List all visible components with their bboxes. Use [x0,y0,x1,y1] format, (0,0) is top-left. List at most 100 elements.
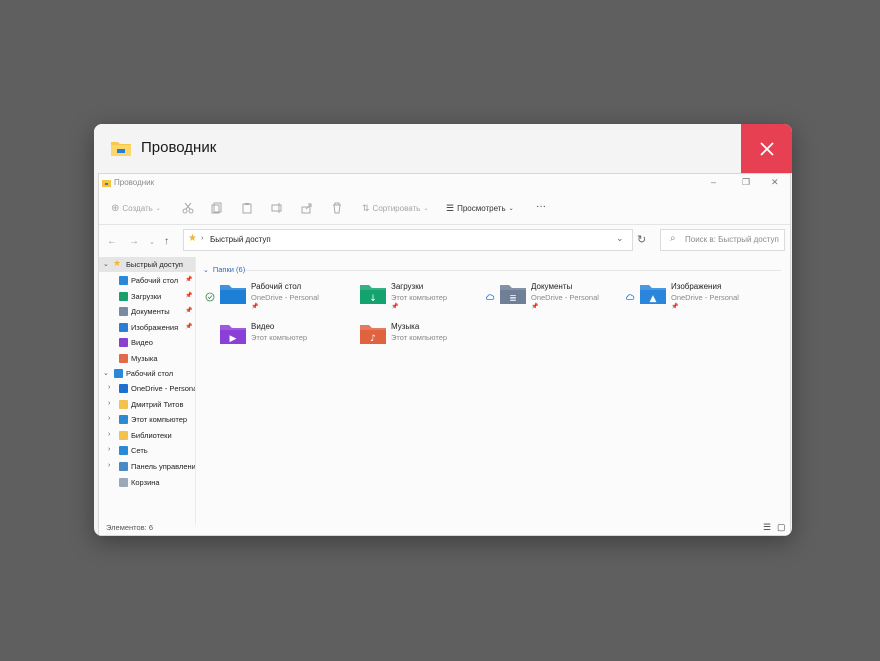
refresh-icon[interactable]: ↻ [637,233,646,246]
cloud-icon [625,289,635,300]
pin-icon: 📌 [185,292,193,299]
chevron-down-icon: ⌄ [203,266,209,274]
chevron-right-icon[interactable]: › [108,462,110,469]
tiles-view-icon[interactable]: ▢ [777,522,786,533]
paste-icon[interactable] [241,202,253,214]
chevron-right-icon[interactable]: › [108,446,110,453]
window-title: Проводник [114,178,155,187]
svg-text:≣: ≣ [509,294,517,304]
search-icon: ⌕ [670,233,676,244]
star-icon: ★ [188,233,197,244]
folder-name: Загрузки [391,282,424,291]
sidebar-item[interactable]: Корзина [99,475,195,490]
delete-icon[interactable] [331,202,343,214]
window-close-button[interactable]: ✕ [771,177,779,188]
folder-tile[interactable]: ▲ Изображения OneDrive - Personal 📌 [617,279,757,317]
pictures-icon [119,322,128,332]
sidebar-item[interactable]: Рабочий стол 📌 [99,273,195,288]
sidebar-item-label: Документы [131,307,170,317]
sidebar-item[interactable]: › OneDrive - Personal [99,381,195,396]
share-icon[interactable] [301,202,313,214]
pin-icon: 📌 [531,304,539,310]
card-title: Проводник [141,139,217,156]
sidebar-item[interactable]: Загрузки 📌 [99,289,195,304]
folder-location: OneDrive - Personal [251,293,319,302]
explorer-window: Проводник – ❐ ✕ ⊕ Создать ⌄ ⇅ Сортироват… [98,173,791,536]
folder-tile[interactable]: ↓ Загрузки Этот компьютер 📌 [337,279,477,317]
recent-chevron-icon[interactable]: ⌄ [149,238,155,246]
sidebar-item[interactable]: › Дмитрий Титов [99,397,195,412]
view-button[interactable]: ☰ Просмотреть ⌄ [446,203,514,214]
sidebar-item-label: Быстрый доступ [126,260,183,269]
file-list: ⌄ Папки (6) Рабочий стол OneDrive - Perso… [197,257,787,525]
minimize-button[interactable]: – [711,177,716,187]
breadcrumb: Быстрый доступ [210,235,271,244]
sidebar-item-desktop-root[interactable]: ⌄ Рабочий стол [99,366,195,381]
maximize-button[interactable]: ❐ [742,177,750,188]
folder-tile[interactable]: ♪ Музыка Этот компьютер [337,319,477,357]
chevron-down-icon: ⌄ [155,206,161,212]
back-icon[interactable]: ← [107,236,117,247]
sidebar-item-label: Рабочий стол [131,276,179,285]
chevron-right-icon[interactable]: › [108,384,110,391]
sidebar-item-label: Этот компьютер [131,415,188,425]
search-input[interactable]: ⌕ Поиск в: Быстрый доступ [660,229,785,251]
sidebar-item[interactable]: Изображения 📌 [99,320,195,335]
explorer-preview-card: Проводник Проводник – ❐ ✕ ⊕ Создать ⌄ ⇅ … [94,124,792,536]
more-button[interactable]: ··· [536,201,546,212]
music-icon [119,354,128,363]
folder-name: Документы [531,282,573,291]
cloud-icon [485,289,495,300]
create-label: Создать [122,204,153,213]
sidebar-item[interactable]: Видео [99,335,195,350]
chevron-right-icon[interactable]: › [108,400,110,407]
group-header[interactable]: ⌄ Папки (6) [203,265,245,274]
sidebar-item-quick-access[interactable]: ⌄ ★ Быстрый доступ [99,257,195,272]
network-icon [119,446,128,456]
search-placeholder: Поиск в: Быстрый доступ [685,235,779,244]
sidebar-item[interactable]: › Сеть [99,443,195,458]
folder-location: OneDrive - Personal [531,293,599,302]
up-icon[interactable]: ↑ [164,236,169,247]
address-bar[interactable]: ★ › Быстрый доступ ⌄ [183,229,633,251]
breadcrumb-chevron-icon: › [201,235,204,242]
sidebar-item-label: Изображения [131,322,179,332]
cut-icon[interactable] [182,202,194,214]
forward-icon[interactable]: → [129,236,139,247]
sidebar-item[interactable]: › Панель управления [99,459,195,474]
sidebar-item[interactable]: › Этот компьютер [99,412,195,427]
address-dropdown-icon[interactable]: ⌄ [616,233,624,244]
folder-tile[interactable]: ≣ Документы OneDrive - Personal 📌 [477,279,617,317]
close-button[interactable] [741,124,792,173]
sidebar-item[interactable]: › Библиотеки [99,428,195,443]
folder-icon [119,399,128,409]
folder-icon: ▲ [639,282,667,306]
sidebar-item-label: OneDrive - Personal [131,384,195,393]
rename-icon[interactable] [271,202,283,214]
sync-check-icon [205,289,215,302]
folder-location: Этот компьютер [391,333,448,342]
sidebar-item[interactable]: Документы 📌 [99,304,195,319]
pin-icon: 📌 [671,304,679,310]
details-view-icon[interactable]: ☰ [763,522,771,533]
sidebar-item-label: Корзина [131,477,160,487]
folder-tile[interactable]: Рабочий стол OneDrive - Personal 📌 [197,279,337,317]
chevron-down-icon: ⌄ [508,206,514,212]
folder-icon [219,282,247,306]
create-button[interactable]: ⊕ Создать ⌄ [111,203,161,214]
sidebar-item-label: Рабочий стол [126,369,174,378]
plus-circle-icon: ⊕ [111,203,120,214]
copy-icon[interactable] [211,202,223,214]
folder-tile[interactable]: ▶ Видео Этот компьютер [197,319,337,357]
sidebar-item[interactable]: Музыка [99,351,195,366]
folder-location: Этот компьютер [391,293,448,302]
svg-text:▲: ▲ [650,294,657,304]
chevron-right-icon[interactable]: › [108,415,110,422]
sidebar-item-label: Библиотеки [131,430,172,440]
navigation-pane: ⌄ ★ Быстрый доступ Рабочий стол 📌 Загрузки… [99,257,196,525]
sort-button[interactable]: ⇅ Сортировать ⌄ [362,203,428,214]
window-titlebar: Проводник – ❐ ✕ [99,174,790,192]
chevron-right-icon[interactable]: › [108,431,110,438]
folder-name: Изображения [671,282,722,291]
card-header: Проводник [94,124,792,173]
